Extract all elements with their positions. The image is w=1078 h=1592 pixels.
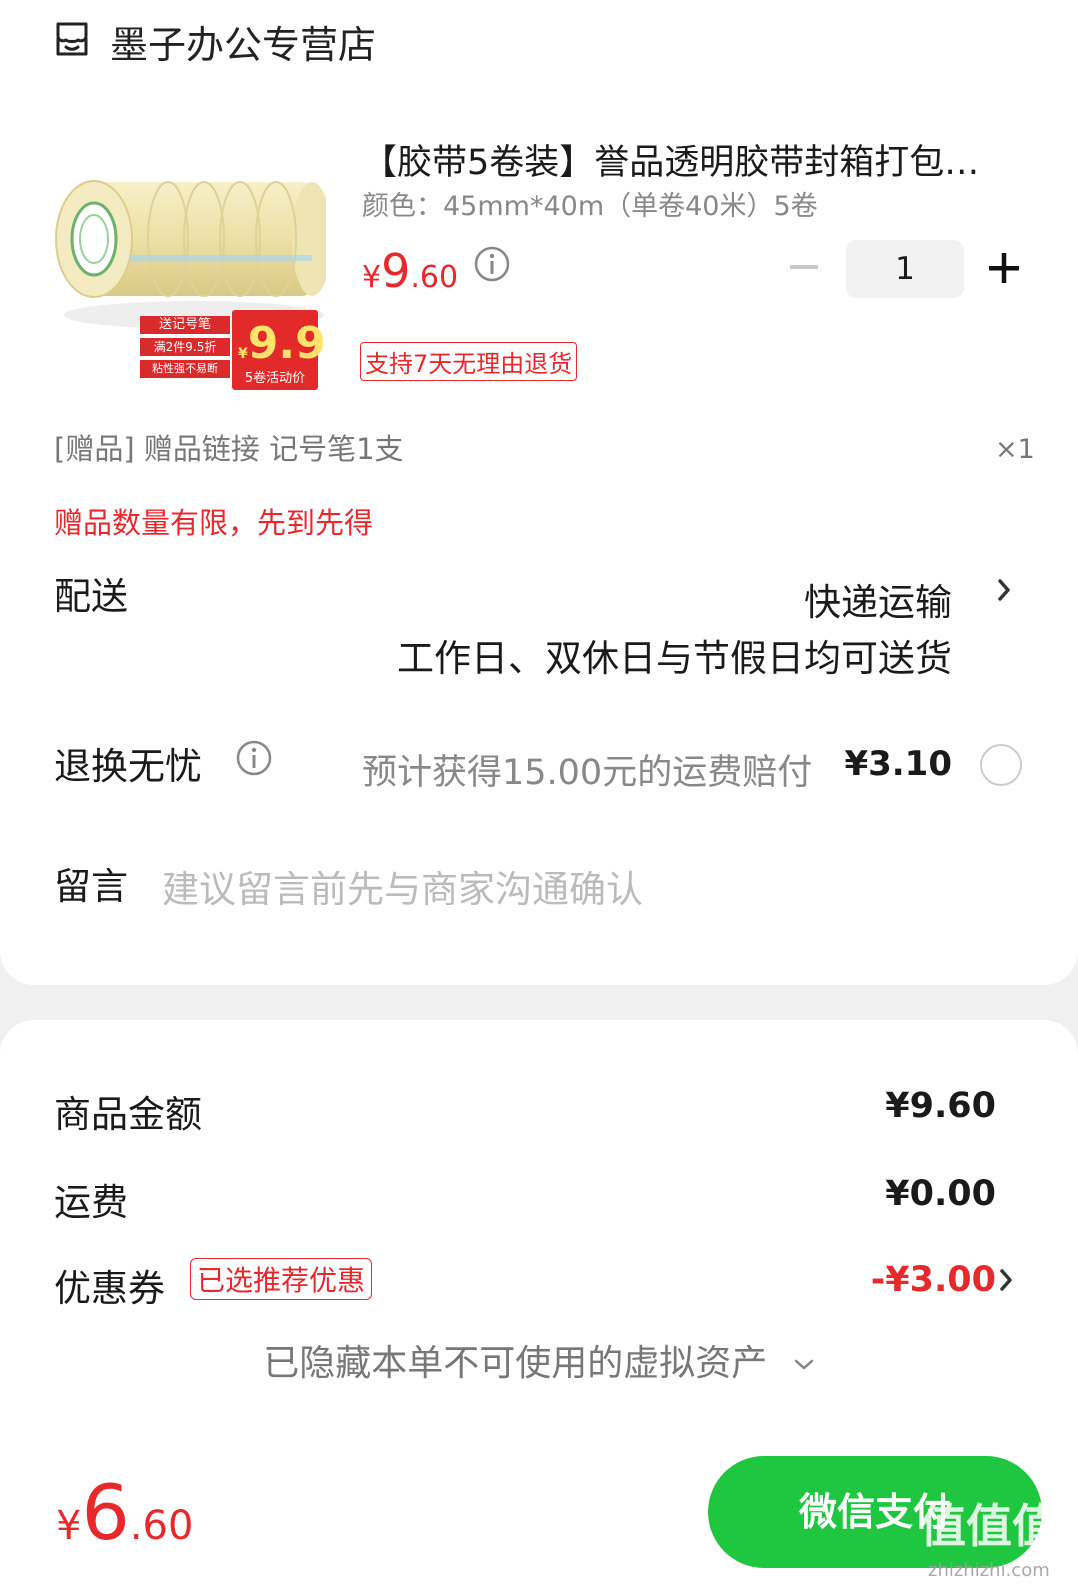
total-decimal: .60 bbox=[129, 1503, 194, 1549]
product-title[interactable]: 【胶带5卷装】誉品透明胶带封箱打包胶带 bbox=[362, 134, 1012, 185]
total-integer: 6 bbox=[81, 1468, 130, 1557]
delivery-label: 配送 bbox=[54, 575, 128, 618]
product-image[interactable]: 送记号笔 满2件9.5折 粘性强不易断 ¥9.9 5卷活动价 bbox=[54, 130, 332, 402]
goods-amount-value: ¥9.60 bbox=[885, 1086, 996, 1126]
promo-price: 9.9 bbox=[247, 318, 326, 369]
price-integer: 9 bbox=[381, 244, 411, 298]
price-symbol: ¥ bbox=[362, 260, 382, 295]
insurance-radio[interactable] bbox=[980, 744, 1022, 786]
promo-price-badge: ¥9.9 5卷活动价 bbox=[232, 310, 326, 390]
price-info-icon[interactable] bbox=[474, 246, 510, 282]
quantity-decrease-button[interactable] bbox=[786, 249, 822, 285]
total-symbol: ¥ bbox=[56, 1503, 82, 1549]
badge-line3: 粘性强不易断 bbox=[140, 360, 230, 378]
product-spec[interactable]: 颜色：45mm*40m（单卷40米）5卷 bbox=[362, 184, 818, 223]
freight-label: 运费 bbox=[54, 1181, 128, 1224]
insurance-price: ¥3.10 bbox=[844, 744, 952, 784]
hidden-assets-text: 已隐藏本单不可使用的虚拟资产 bbox=[263, 1343, 768, 1384]
coupon-label: 优惠券 bbox=[54, 1267, 165, 1310]
coupon-recommended-tag[interactable]: 已选推荐优惠 bbox=[190, 1258, 373, 1300]
insurance-info-icon[interactable] bbox=[236, 740, 272, 776]
quantity-increase-button[interactable] bbox=[986, 250, 1022, 286]
order-card: 墨子办公专营店 送记号笔 满2件9.5折 粘性强不易断 ¥9.9 5卷活动价 【… bbox=[0, 0, 1078, 985]
insurance-description: 预计获得15.00元的运费赔付 bbox=[362, 753, 813, 793]
freight-value: ¥0.00 bbox=[885, 1174, 996, 1214]
gift-limited-note: 赠品数量有限，先到先得 bbox=[54, 506, 374, 540]
gift-badges: 送记号笔 满2件9.5折 粘性强不易断 bbox=[140, 316, 230, 378]
shop-name[interactable]: 墨子办公专营店 bbox=[110, 14, 376, 69]
product-price: ¥9.60 bbox=[362, 244, 458, 298]
chevron-down-icon bbox=[794, 1359, 813, 1370]
coupon-chevron-right-icon[interactable] bbox=[998, 1268, 1014, 1292]
watermark-domain: zhizhizhi.com bbox=[928, 1560, 1050, 1581]
badge-line2: 满2件9.5折 bbox=[140, 338, 230, 356]
hidden-assets-toggle[interactable]: 已隐藏本单不可使用的虚拟资产 bbox=[0, 1334, 1078, 1386]
summary-card: 商品金额 ¥9.60 运费 ¥0.00 优惠券 已选推荐优惠 -¥3.00 已隐… bbox=[0, 1020, 1078, 1440]
promo-activity: 5卷活动价 bbox=[244, 371, 306, 386]
promo-price-symbol: ¥ bbox=[238, 346, 248, 362]
badge-line1: 送记号笔 bbox=[140, 316, 230, 334]
delivery-chevron-right-icon[interactable] bbox=[996, 578, 1012, 602]
return-insurance-label: 退换无忧 bbox=[54, 745, 202, 788]
goods-amount-label: 商品金额 bbox=[54, 1093, 202, 1136]
store-icon bbox=[56, 22, 88, 56]
coupon-value[interactable]: -¥3.00 bbox=[780, 1260, 996, 1300]
gift-item-label: [赠品] 赠品链接 记号笔1支 bbox=[54, 432, 404, 466]
order-total: ¥6.60 bbox=[56, 1468, 193, 1557]
price-decimal: .60 bbox=[410, 260, 459, 295]
delivery-method[interactable]: 快递运输 bbox=[640, 572, 952, 626]
gift-quantity: ×1 bbox=[995, 434, 1035, 465]
message-label: 留言 bbox=[54, 865, 128, 908]
message-input[interactable] bbox=[162, 864, 982, 914]
watermark: 值值值 bbox=[920, 1499, 1058, 1553]
delivery-note: 工作日、双休日与节假日均可送货 bbox=[397, 637, 952, 680]
quantity-field[interactable]: 1 bbox=[846, 240, 964, 298]
return-policy-tag: 支持7天无理由退货 bbox=[360, 342, 578, 381]
